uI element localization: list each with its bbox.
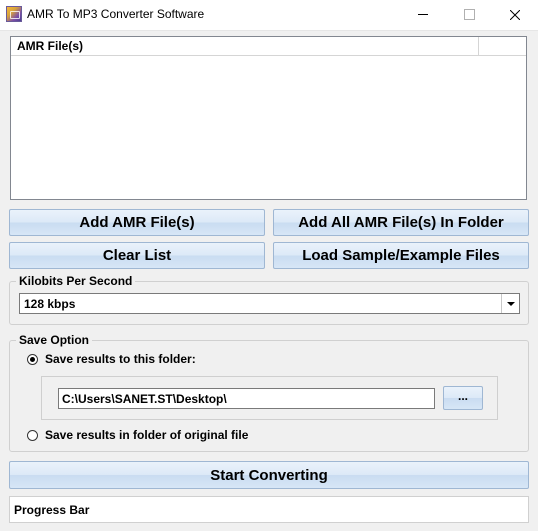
- close-icon: [510, 9, 520, 20]
- save-option-group: Save Option Save results to this folder:…: [9, 333, 529, 452]
- kilobits-group-label: Kilobits Per Second: [16, 274, 136, 288]
- progress-bar: Progress Bar: [9, 496, 529, 523]
- amr-file-list[interactable]: AMR File(s): [10, 36, 527, 200]
- column-header-amr-files[interactable]: AMR File(s): [11, 37, 479, 55]
- progress-bar-label: Progress Bar: [14, 503, 90, 517]
- save-to-original-folder-label: Save results in folder of original file: [45, 428, 249, 442]
- bitrate-selected-value: 128 kbps: [24, 297, 76, 311]
- output-folder-input[interactable]: [58, 388, 435, 409]
- save-to-folder-label: Save results to this folder:: [45, 352, 196, 366]
- save-option-group-label: Save Option: [16, 333, 93, 347]
- kilobits-per-second-group: Kilobits Per Second 128 kbps: [9, 274, 529, 325]
- window-title: AMR To MP3 Converter Software: [27, 7, 205, 21]
- folder-path-panel: ...: [41, 376, 498, 420]
- browse-folder-button[interactable]: ...: [443, 386, 483, 410]
- close-button[interactable]: [492, 0, 538, 29]
- clear-list-button[interactable]: Clear List: [9, 242, 265, 269]
- file-list-header: AMR File(s): [11, 37, 526, 56]
- start-converting-button[interactable]: Start Converting: [9, 461, 529, 489]
- maximize-button[interactable]: [446, 0, 492, 29]
- save-to-original-folder-radio[interactable]: [27, 429, 38, 441]
- title-bar: AMR To MP3 Converter Software: [0, 0, 538, 31]
- app-icon: [6, 6, 22, 22]
- save-to-original-folder-option[interactable]: Save results in folder of original file: [27, 428, 248, 442]
- chevron-down-icon[interactable]: [501, 294, 519, 313]
- add-all-in-folder-button[interactable]: Add All AMR File(s) In Folder: [273, 209, 529, 236]
- minimize-button[interactable]: [400, 0, 446, 29]
- save-to-folder-option[interactable]: Save results to this folder:: [27, 352, 196, 366]
- add-amr-files-button[interactable]: Add AMR File(s): [9, 209, 265, 236]
- bitrate-select[interactable]: 128 kbps: [19, 293, 520, 314]
- column-header-extra[interactable]: [479, 37, 526, 55]
- save-to-folder-radio[interactable]: [27, 353, 38, 365]
- load-sample-files-button[interactable]: Load Sample/Example Files: [273, 242, 529, 269]
